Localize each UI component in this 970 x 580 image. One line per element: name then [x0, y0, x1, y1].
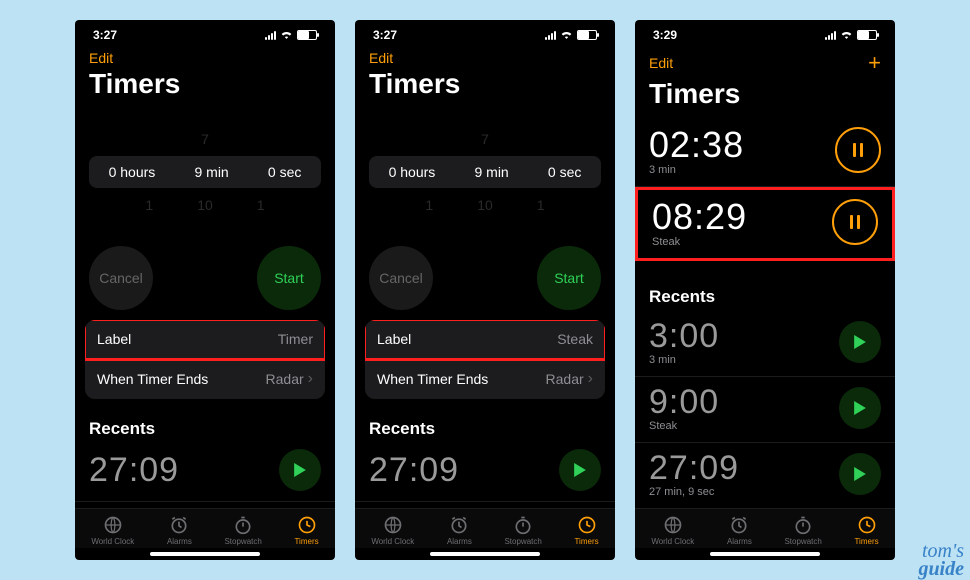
home-indicator[interactable]	[710, 552, 820, 556]
recent-row: 27:09	[75, 443, 335, 502]
picker-selection: 0 hours 9 min 0 sec	[89, 156, 321, 188]
clock: 3:27	[373, 28, 397, 42]
time-picker[interactable]: 1 78 10 1 0 hours 9 min 0 sec	[355, 112, 615, 232]
clock: 3:29	[653, 28, 677, 42]
page-title: Timers	[635, 76, 895, 118]
clock: 3:27	[93, 28, 117, 42]
battery-icon	[857, 30, 877, 40]
wifi-icon	[280, 29, 293, 42]
tab-timers[interactable]: Timers	[574, 515, 598, 546]
edit-button[interactable]: Edit	[89, 50, 113, 66]
phone-screen-2: 3:27 Edit Timers 1 78 10 1 0 hours 9 min…	[355, 20, 615, 560]
phone-screen-1: 3:27 Edit Timers 1 78 10 1 0 hours 9 min…	[75, 20, 335, 560]
cancel-button[interactable]: Cancel	[89, 246, 153, 310]
home-indicator[interactable]	[430, 552, 540, 556]
tab-timers[interactable]: Timers	[294, 515, 318, 546]
tab-timers[interactable]: Timers	[854, 515, 878, 546]
signal-icon	[545, 31, 556, 40]
label-row[interactable]: Label Timer	[85, 320, 325, 359]
status-bar: 3:27	[355, 20, 615, 44]
recent-row: 27:0927 min, 9 sec	[635, 443, 895, 508]
tab-alarms[interactable]: Alarms	[167, 515, 192, 546]
settings-card: Label Timer When Timer Ends Radar›	[85, 320, 325, 399]
battery-icon	[297, 30, 317, 40]
tab-world-clock[interactable]: World Clock	[371, 515, 414, 546]
play-button[interactable]	[279, 449, 321, 491]
start-button[interactable]: Start	[257, 246, 321, 310]
signal-icon	[265, 31, 276, 40]
wifi-icon	[840, 29, 853, 42]
watermark: tom'sguide	[918, 542, 964, 578]
status-icons	[545, 29, 597, 42]
page-title: Timers	[75, 66, 335, 108]
tab-world-clock[interactable]: World Clock	[91, 515, 134, 546]
recent-row: 9:00Steak	[635, 377, 895, 443]
play-button[interactable]	[839, 453, 881, 495]
edit-button[interactable]: Edit	[369, 50, 393, 66]
active-timer-row[interactable]: 08:29 Steak	[635, 187, 895, 261]
when-ends-row[interactable]: When Timer Ends Radar›	[365, 359, 605, 399]
chevron-right-icon: ›	[308, 370, 313, 388]
label-row[interactable]: Label Steak	[365, 320, 605, 359]
edit-button[interactable]: Edit	[649, 55, 673, 71]
recent-row: 3:003 min	[635, 311, 895, 377]
recents-heading: Recents	[75, 399, 335, 443]
tab-alarms[interactable]: Alarms	[447, 515, 472, 546]
tab-world-clock[interactable]: World Clock	[651, 515, 694, 546]
tab-bar: World Clock Alarms Stopwatch Timers	[75, 508, 335, 548]
home-indicator[interactable]	[150, 552, 260, 556]
pause-button[interactable]	[835, 127, 881, 173]
add-button[interactable]: +	[868, 50, 881, 76]
phone-screen-3: 3:29 Edit + Timers 02:38 3 min 08:29 Ste…	[635, 20, 895, 560]
when-ends-row[interactable]: When Timer Ends Radar›	[85, 359, 325, 399]
time-picker[interactable]: 1 78 10 1 0 hours 9 min 0 sec	[75, 112, 335, 232]
tab-alarms[interactable]: Alarms	[727, 515, 752, 546]
signal-icon	[825, 31, 836, 40]
play-button[interactable]	[839, 387, 881, 429]
nav-row: Edit	[75, 44, 335, 66]
tab-stopwatch[interactable]: Stopwatch	[224, 515, 261, 546]
active-timer-row[interactable]: 02:38 3 min	[635, 118, 895, 187]
play-button[interactable]	[559, 449, 601, 491]
wifi-icon	[560, 29, 573, 42]
status-bar: 3:27	[75, 20, 335, 44]
cancel-button[interactable]: Cancel	[369, 246, 433, 310]
chevron-right-icon: ›	[588, 370, 593, 388]
play-button[interactable]	[839, 321, 881, 363]
battery-icon	[577, 30, 597, 40]
pause-button[interactable]	[832, 199, 878, 245]
start-button[interactable]: Start	[537, 246, 601, 310]
tab-stopwatch[interactable]: Stopwatch	[504, 515, 541, 546]
tab-stopwatch[interactable]: Stopwatch	[784, 515, 821, 546]
status-icons	[265, 29, 317, 42]
page-title: Timers	[355, 66, 615, 108]
